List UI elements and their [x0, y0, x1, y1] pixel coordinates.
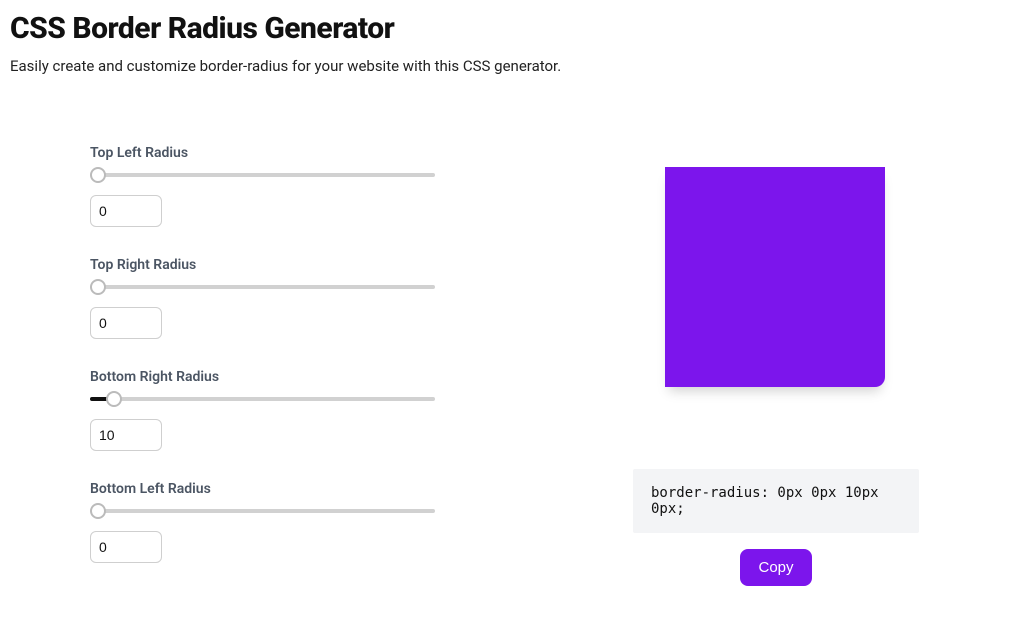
label-top-right: Top Right Radius — [90, 257, 530, 273]
input-bottom-right[interactable] — [90, 419, 162, 451]
input-top-right[interactable] — [90, 307, 162, 339]
controls-panel: Top Left Radius Top Right Radius Bottom … — [10, 145, 530, 593]
control-top-left: Top Left Radius — [90, 145, 530, 227]
slider-top-left[interactable] — [90, 173, 435, 177]
page-title: CSS Border Radius Generator — [10, 12, 1014, 47]
code-output: border-radius: 0px 0px 10px 0px; — [633, 469, 919, 533]
slider-bottom-right[interactable] — [90, 397, 435, 401]
control-top-right: Top Right Radius — [90, 257, 530, 339]
control-bottom-right: Bottom Right Radius — [90, 369, 530, 451]
label-top-left: Top Left Radius — [90, 145, 530, 161]
preview-box — [665, 167, 885, 387]
page-subtitle: Easily create and customize border-radiu… — [10, 57, 1014, 75]
input-top-left[interactable] — [90, 195, 162, 227]
slider-bottom-left[interactable] — [90, 509, 435, 513]
preview-panel: border-radius: 0px 0px 10px 0px; Copy — [530, 145, 1014, 593]
label-bottom-left: Bottom Left Radius — [90, 481, 530, 497]
slider-top-right[interactable] — [90, 285, 435, 289]
control-bottom-left: Bottom Left Radius — [90, 481, 530, 563]
input-bottom-left[interactable] — [90, 531, 162, 563]
label-bottom-right: Bottom Right Radius — [90, 369, 530, 385]
copy-button[interactable]: Copy — [740, 549, 811, 586]
